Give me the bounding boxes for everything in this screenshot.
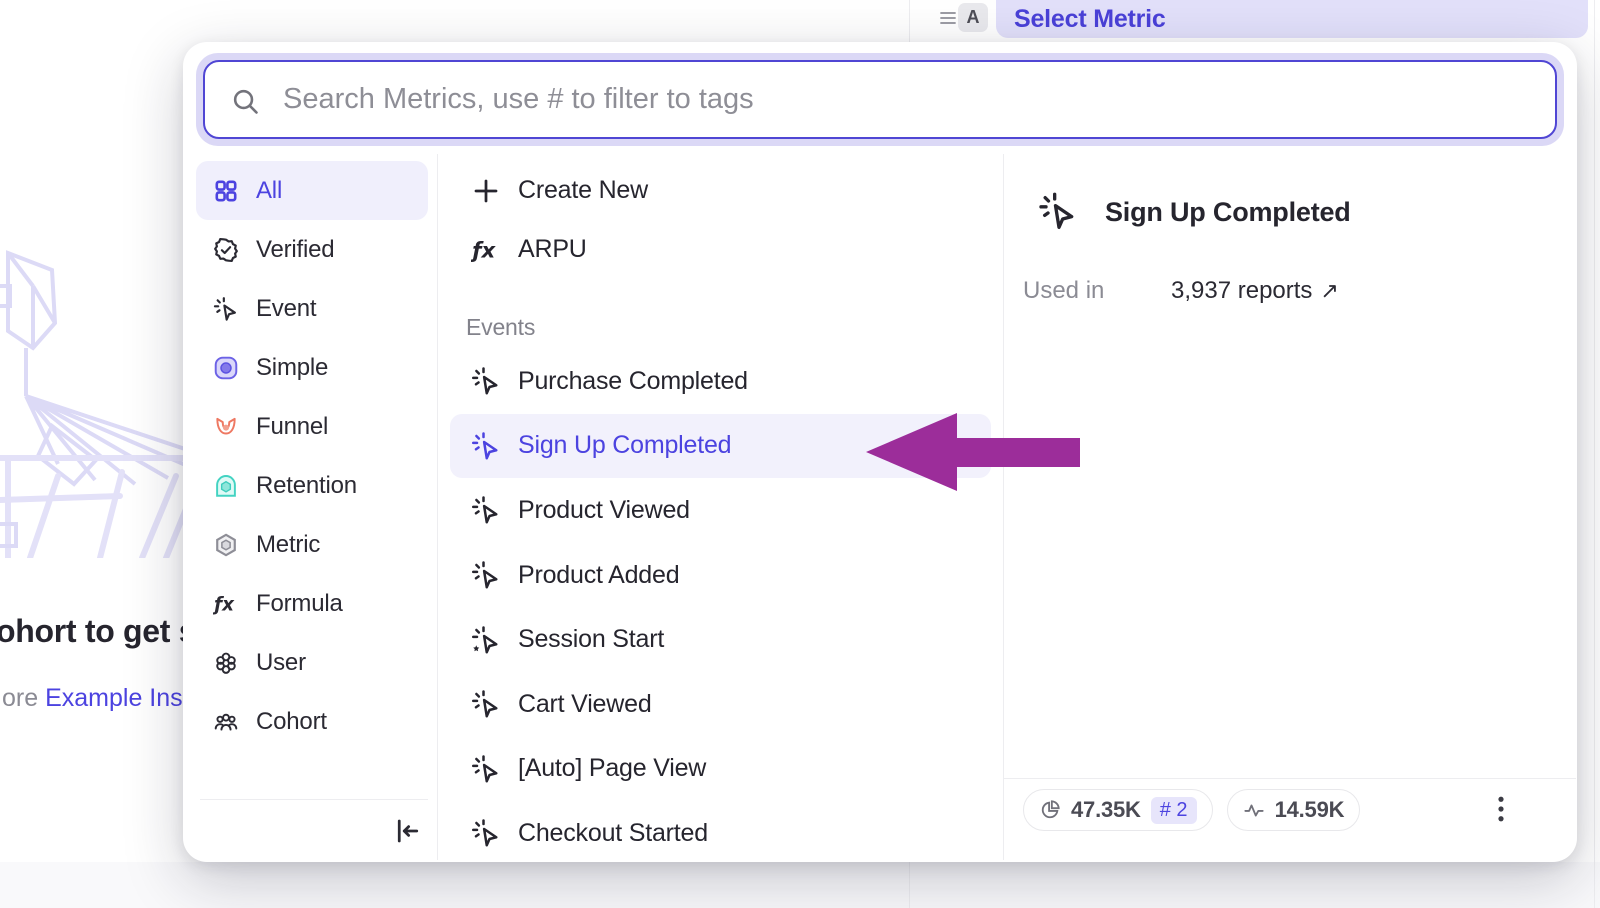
list-item[interactable]: Events [450, 279, 991, 349]
background-subtext-fragment: ore Example Ins [2, 684, 186, 713]
sidebar-item[interactable]: Cohort [196, 692, 428, 751]
event-spark-star-icon [471, 625, 501, 655]
event-spark-icon [471, 366, 501, 396]
used-in-label: Used in [1023, 277, 1171, 305]
event-spark-icon [471, 818, 501, 848]
sidebar-item[interactable]: Metric [196, 515, 428, 574]
svg-text:ƒx: ƒx [213, 594, 235, 615]
sidebar-item[interactable]: User [196, 633, 428, 692]
event-spark-icon [471, 431, 501, 461]
sidebar-divider [437, 154, 438, 860]
metric-list: Create New ƒx ARPU Events Purchase Compl… [450, 161, 1003, 866]
list-item[interactable]: [Auto] Page View [450, 737, 991, 802]
sidebar-footer [196, 775, 437, 846]
funnel-icon [213, 414, 239, 440]
cohort-people-icon [213, 709, 239, 735]
list-item[interactable]: Product Added [450, 543, 991, 608]
sidebar-item[interactable]: Retention [196, 456, 428, 515]
sidebar-item[interactable]: Funnel [196, 397, 428, 456]
search-box [203, 60, 1557, 139]
collapse-left-icon[interactable] [393, 816, 423, 846]
page-panel-divider-right [1594, 0, 1595, 908]
list-item[interactable]: Cart Viewed [450, 672, 991, 737]
page-bottom-strip [0, 862, 1600, 908]
example-insights-link[interactable]: Example Ins [45, 684, 183, 712]
detail-footer-divider [1004, 778, 1576, 779]
metric-hexagon-icon [213, 532, 239, 558]
list-item[interactable]: Purchase Completed [450, 349, 991, 414]
event-spark-icon [1038, 191, 1078, 231]
plus-icon [471, 176, 501, 206]
list-item[interactable]: Create New [450, 161, 991, 220]
background-heading-fragment: ohort to get s [0, 613, 186, 650]
sidebar-item[interactable]: All [196, 161, 428, 220]
series-a-badge: A [958, 3, 988, 32]
subtext-prefix: ore [2, 684, 45, 712]
event-spark-icon [471, 495, 501, 525]
event-spark-icon [471, 560, 501, 590]
user-cluster-icon [213, 650, 239, 676]
event-spark-icon [213, 296, 239, 322]
sidebar-item[interactable]: Event [196, 279, 428, 338]
list-item[interactable]: Checkout Started [450, 801, 991, 866]
sidebar-item[interactable]: Simple [196, 338, 428, 397]
list-item[interactable]: Session Start [450, 607, 991, 672]
kebab-menu-icon[interactable] [1488, 793, 1514, 825]
formula-fx-icon: ƒx [471, 235, 501, 265]
event-spark-icon [471, 689, 501, 719]
event-spark-icon [471, 754, 501, 784]
external-arrow-icon: ↗ [1320, 278, 1338, 304]
retention-arch-icon [213, 473, 239, 499]
drag-handle-icon[interactable] [938, 8, 958, 28]
screen: A Select Metric ohort to get s ore Examp… [0, 0, 1600, 908]
stat-badge[interactable]: 47.35K # 2 [1023, 789, 1213, 831]
grid-icon [213, 178, 239, 204]
decorative-wireframe [0, 228, 188, 558]
sidebar-footer-divider [200, 799, 428, 800]
select-metric-label: Select Metric [996, 0, 1588, 38]
list-item[interactable]: ƒx ARPU [450, 220, 991, 279]
metric-detail-panel: Sign Up Completed Used in 3,937 reports … [1004, 161, 1576, 861]
select-metric-row[interactable]: Select Metric [996, 0, 1588, 38]
simple-block-icon [213, 355, 239, 381]
used-in-row: Used in 3,937 reports ↗ [1023, 277, 1339, 305]
detail-title: Sign Up Completed [1105, 197, 1351, 228]
stat-badge[interactable]: 14.59K [1227, 789, 1361, 831]
sidebar-item[interactable]: Verified [196, 220, 428, 279]
search-focus-ring [196, 53, 1564, 146]
category-sidebar: All Verified Event Simple Funnel Retenti… [196, 161, 437, 751]
formula-fx-icon: ƒx [213, 591, 239, 617]
svg-text:ƒx: ƒx [471, 238, 496, 263]
verified-badge-icon [213, 237, 239, 263]
stats-row: 47.35K # 2 14.59K [1023, 789, 1360, 831]
pie-chart-icon [1039, 799, 1061, 821]
pulse-icon [1243, 799, 1265, 821]
used-in-reports-link[interactable]: 3,937 reports [1171, 277, 1312, 305]
sidebar-item[interactable]: ƒx Formula [196, 574, 428, 633]
search-input[interactable] [205, 62, 1555, 137]
annotation-arrow [858, 406, 1086, 498]
